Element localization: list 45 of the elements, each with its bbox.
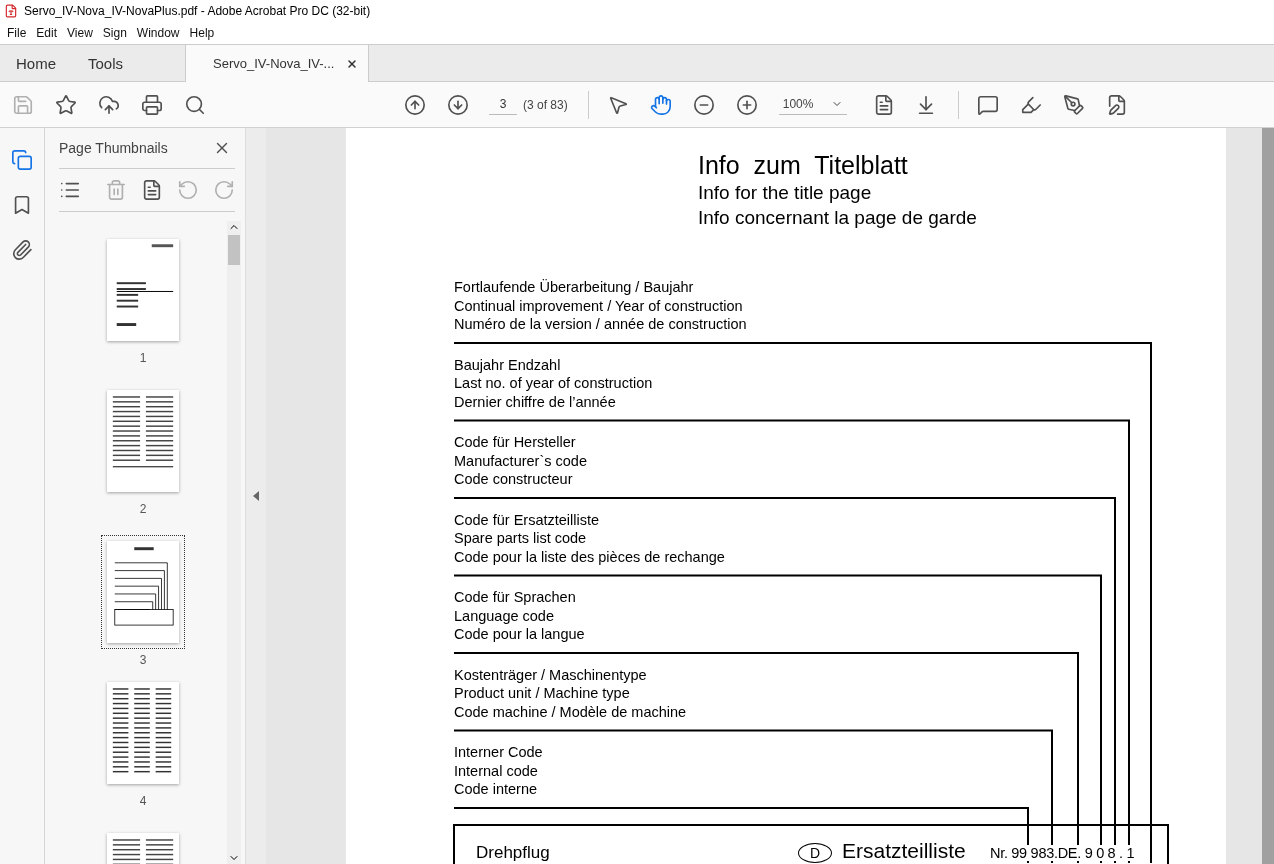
- document-subtitle: Info for the title page: [698, 181, 873, 205]
- menu-item[interactable]: File: [2, 26, 32, 40]
- tab[interactable]: Home: [0, 45, 72, 82]
- page-number: 2: [139, 502, 147, 516]
- list-heading: Ersatzteilliste: [842, 839, 967, 863]
- menu-item[interactable]: Window: [131, 26, 185, 40]
- field-label: Code machine / Modèle de machine: [454, 702, 688, 721]
- field-label: Spare parts list code: [454, 529, 588, 548]
- field-label: Code constructeur: [454, 470, 574, 489]
- window-title: Servo_IV-Nova_IV-NovaPlus.pdf - Adobe Acrobat Pro DC (32-bit): [24, 4, 371, 18]
- field-label: Last no. of year of construction: [454, 374, 654, 393]
- field-label: Internal code: [454, 761, 539, 780]
- menu-item[interactable]: Sign: [97, 26, 132, 40]
- page-number-field[interactable]: 3: [489, 94, 517, 115]
- field-label: Fortlaufende Überarbeitung / Baujahr: [454, 278, 695, 297]
- document-title: Info zum Titelblatt: [698, 150, 909, 180]
- field-label: Code interne: [454, 780, 539, 799]
- field-label: Numéro de la version / année de construction: [454, 315, 748, 334]
- field-label: Code für Sprachen: [454, 588, 577, 607]
- document-subtitle: Info concernant la page de garde: [698, 206, 978, 230]
- field-label: Manufacturer`s code: [454, 451, 588, 470]
- zoom-dropdown[interactable]: 100%: [778, 94, 847, 115]
- field-label: Baujahr Endzahl: [454, 355, 562, 374]
- field-label: Code pour la liste des pièces de rechange: [454, 547, 726, 566]
- page-number: 3: [139, 653, 147, 667]
- product-name: Drehpflug: [476, 843, 551, 863]
- menu-item[interactable]: Edit: [31, 26, 63, 40]
- page-number: 4: [139, 794, 147, 808]
- field-label: Continual improvement / Year of construction: [454, 296, 744, 315]
- menu-item[interactable]: View: [62, 26, 98, 40]
- field-label: Code für Ersatzteilliste: [454, 510, 601, 529]
- field-label: Product unit / Machine type: [454, 684, 631, 703]
- page-count: (3 of 83): [523, 97, 568, 112]
- menu-item[interactable]: Help: [184, 26, 220, 40]
- panel-title: Page Thumbnails: [59, 140, 168, 156]
- tab[interactable]: Tools: [72, 45, 140, 82]
- field-label: Code für Hersteller: [454, 433, 577, 452]
- field-label: Interner Code: [454, 743, 544, 762]
- field-label: Code pour la langue: [454, 625, 586, 644]
- field-label: Dernier chiffre de l’année: [454, 392, 617, 411]
- part-number: Nr. 99 983.DE. 9 0 8 . 1: [990, 845, 1135, 861]
- field-label: Kostenträger / Maschinentype: [454, 665, 648, 684]
- page-number: 1: [139, 351, 147, 365]
- field-label: Language code: [454, 606, 555, 625]
- tab[interactable]: Servo_IV-Nova_IV-...: [185, 45, 370, 82]
